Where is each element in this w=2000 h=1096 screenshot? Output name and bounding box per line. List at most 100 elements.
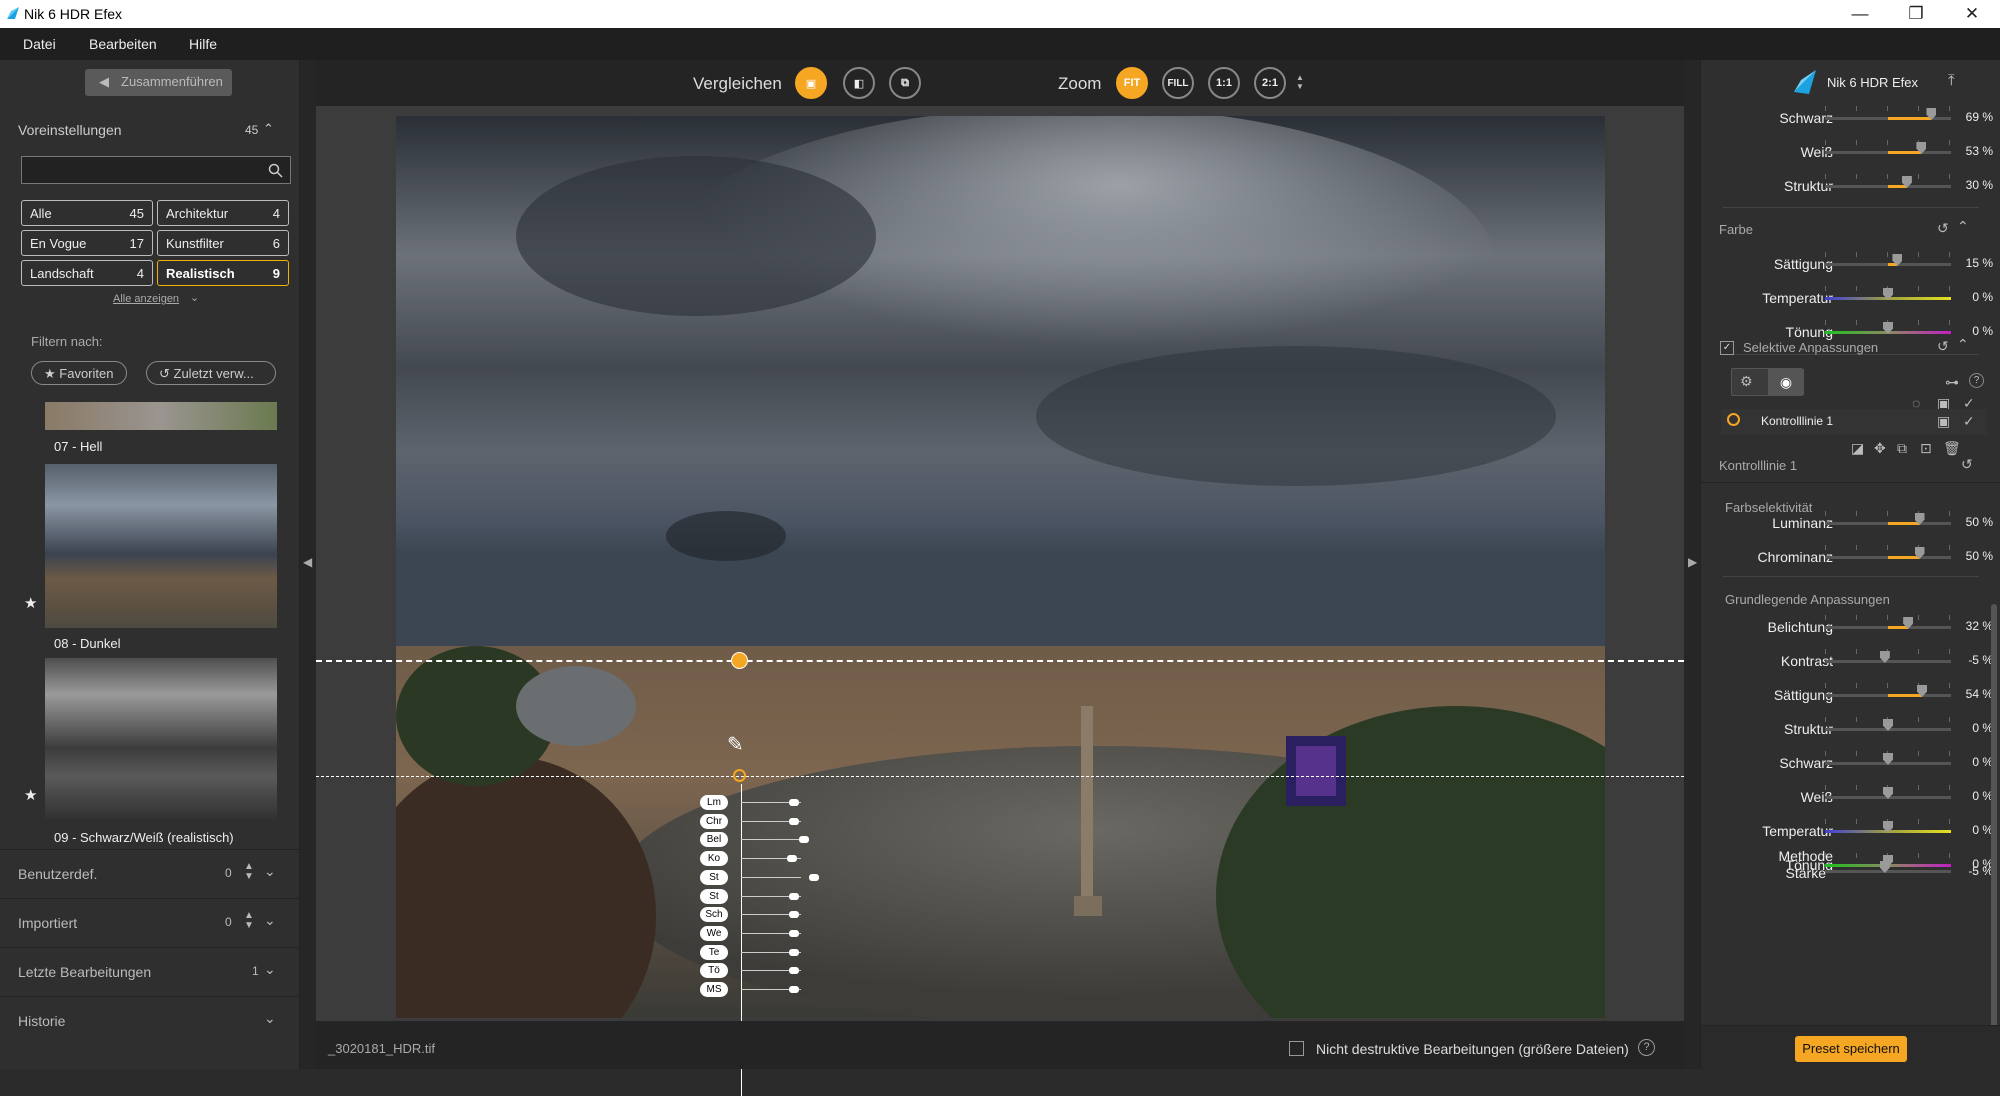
selective-mode-toggle[interactable]: ⚙ ◉: [1731, 368, 1804, 396]
control-point-knob[interactable]: [789, 817, 799, 825]
control-point-knob[interactable]: [787, 855, 797, 863]
control-point-knob[interactable]: [789, 967, 799, 975]
menu-hilfe[interactable]: Hilfe: [189, 36, 217, 52]
preset-thumb-schwarz-weiss[interactable]: [45, 658, 277, 822]
slider-struktur[interactable]: Struktur 0 %: [1701, 713, 2000, 745]
slider-track[interactable]: [1825, 660, 1951, 663]
control-line-bottom[interactable]: [316, 776, 1684, 777]
control-point-slider-0[interactable]: Lm: [700, 795, 728, 810]
control-point-slider-10[interactable]: MS: [700, 982, 728, 997]
preset-list[interactable]: 07 - Hell ★ 08 - Dunkel ★ 09 - Schwarz/W…: [0, 402, 300, 905]
show-all-link[interactable]: Alle anzeigen: [113, 293, 179, 305]
slider-temperatur[interactable]: Temperatur 0 %: [1701, 282, 2000, 314]
menu-bearbeiten[interactable]: Bearbeiten: [89, 36, 157, 52]
help-icon[interactable]: ?: [1638, 1039, 1655, 1056]
compare-single-button[interactable]: ▣: [795, 67, 827, 99]
control-point-slider-8[interactable]: Te: [700, 944, 728, 960]
favorites-filter[interactable]: ★ Favoriten: [31, 361, 127, 385]
slider-struktur[interactable]: Struktur 30 %: [1701, 170, 2000, 202]
eyedropper-icon[interactable]: ✎: [727, 732, 744, 757]
control-point-slider-7[interactable]: We: [700, 925, 728, 941]
section-historie[interactable]: Historie ⌄: [0, 996, 300, 1044]
method-strength-slider[interactable]: Methode Stärke -5 %: [1701, 848, 2000, 888]
selective-header[interactable]: Selektive Anpassungen: [1743, 340, 1878, 355]
help-icon[interactable]: ?: [1969, 373, 1984, 388]
photo[interactable]: [396, 116, 1605, 1018]
chevron-down-icon[interactable]: ⌄: [264, 912, 276, 929]
menu-datei[interactable]: Datei: [23, 36, 56, 52]
collapse-top-icon[interactable]: ⤒: [1948, 72, 1955, 89]
control-point-slider-4[interactable]: St: [700, 869, 728, 885]
control-line-handle[interactable]: [731, 652, 748, 669]
reset-icon[interactable]: ↺: [1937, 338, 1949, 355]
control-point-knob[interactable]: [789, 929, 799, 937]
zoom-stepper-icon[interactable]: ▲ ▼: [1296, 73, 1304, 91]
control-point-slider-2[interactable]: Bel: [700, 832, 728, 848]
slider-sättigung[interactable]: Sättigung 54 %: [1701, 679, 2000, 711]
group-icon[interactable]: ⊡: [1920, 440, 1932, 457]
close-button[interactable]: ✕: [1944, 0, 2000, 28]
control-point-track[interactable]: [741, 876, 801, 878]
control-line-top[interactable]: [316, 660, 1684, 662]
slider-weiß[interactable]: Weiß 0 %: [1701, 781, 2000, 813]
add-point-icon[interactable]: ✥: [1874, 440, 1886, 457]
brush-mode-icon[interactable]: ⚙: [1740, 373, 1753, 390]
control-point-slider-9[interactable]: Tö: [700, 963, 728, 979]
compare-split-button[interactable]: ◧: [843, 67, 875, 99]
recent-filter[interactable]: ↺ Zuletzt verw...: [146, 361, 276, 385]
slider-belichtung[interactable]: Belichtung 32 %: [1701, 611, 2000, 643]
duplicate-icon[interactable]: ⧉: [1897, 440, 1907, 457]
category-en-vogue[interactable]: En Vogue 17: [21, 230, 153, 256]
minimize-button[interactable]: —: [1832, 0, 1888, 28]
section-letzte-bearbeitungen[interactable]: Letzte Bearbeitungen 1 ⌄: [0, 947, 300, 995]
control-point-knob[interactable]: [789, 948, 799, 956]
slider-temperatur[interactable]: Temperatur 0 %: [1701, 815, 2000, 847]
trash-icon[interactable]: 🗑: [1943, 440, 1961, 457]
sort-icon[interactable]: ▲ ▼: [244, 862, 254, 882]
control-point-center[interactable]: [733, 769, 746, 782]
control-point-slider-5[interactable]: St: [700, 888, 728, 904]
slider-weiß[interactable]: Weiß 53 %: [1701, 136, 2000, 168]
chevron-down-icon[interactable]: ⌄: [264, 1010, 276, 1027]
preset-thumb-hell[interactable]: [45, 402, 277, 430]
slider-luminanz[interactable]: Luminanz 50 %: [1701, 507, 2000, 539]
zoom-2-1-button[interactable]: 2:1: [1254, 67, 1286, 99]
category-kunstfilter[interactable]: Kunstfilter 6: [157, 230, 289, 256]
right-panel-toggle[interactable]: ▶: [1684, 60, 1700, 1069]
sort-icon[interactable]: ▲ ▼: [244, 911, 254, 931]
category-landschaft[interactable]: Landschaft 4: [21, 260, 153, 286]
section-benutzerdef[interactable]: Benutzerdef. 0 ▲ ▼ ⌄: [0, 849, 300, 897]
chevron-down-icon[interactable]: ⌄: [264, 863, 276, 880]
selective-checkbox[interactable]: ✓: [1720, 341, 1734, 355]
nondestructive-checkbox[interactable]: [1289, 1041, 1304, 1056]
chevron-down-icon[interactable]: ⌄: [190, 291, 199, 304]
adjustments-scroll[interactable]: Schwarz 69 % Weiß 53 % Struktur 30 % Farbe ↺ …: [1701, 104, 2000, 1069]
slider-sättigung[interactable]: Sättigung 15 %: [1701, 248, 2000, 280]
farbe-header[interactable]: Farbe: [1719, 222, 1753, 237]
chevron-up-icon[interactable]: ⌃: [1957, 218, 1969, 235]
favorite-star-icon[interactable]: ★: [24, 594, 37, 612]
slider-chrominanz[interactable]: Chrominanz 50 %: [1701, 541, 2000, 573]
control-point-mode-icon[interactable]: ◉: [1768, 369, 1804, 395]
chevron-up-icon[interactable]: ⌃: [263, 121, 274, 137]
search-input[interactable]: [21, 156, 291, 184]
zoom-1-1-button[interactable]: 1:1: [1208, 67, 1240, 99]
hierarchy-icon[interactable]: ⊶: [1945, 374, 1959, 391]
mask-icon[interactable]: ▣: [1937, 413, 1950, 430]
slider-schwarz[interactable]: Schwarz 0 %: [1701, 747, 2000, 779]
chevron-down-icon[interactable]: ⌄: [264, 961, 276, 978]
slider-kontrast[interactable]: Kontrast -5 %: [1701, 645, 2000, 677]
section-importiert[interactable]: Importiert 0 ▲ ▼ ⌄: [0, 898, 300, 946]
save-preset-button[interactable]: Preset speichern: [1795, 1036, 1907, 1062]
control-point-slider-3[interactable]: Ko: [700, 851, 728, 867]
left-panel-toggle[interactable]: ◀: [300, 60, 316, 1069]
zoom-fit-button[interactable]: FIT: [1116, 67, 1148, 99]
zoom-fill-button[interactable]: FILL: [1162, 67, 1194, 99]
chevron-up-icon[interactable]: ⌃: [1957, 336, 1969, 353]
control-point-knob[interactable]: [789, 911, 799, 919]
merge-button[interactable]: ◀ Zusammenführen: [85, 69, 232, 96]
compare-side-button[interactable]: ⧉: [889, 67, 921, 99]
control-point-track[interactable]: [741, 839, 801, 841]
reset-icon[interactable]: ↺: [1961, 456, 1973, 473]
control-line-list-item[interactable]: Kontrolllinie 1 ▣ ✓: [1721, 409, 1987, 435]
